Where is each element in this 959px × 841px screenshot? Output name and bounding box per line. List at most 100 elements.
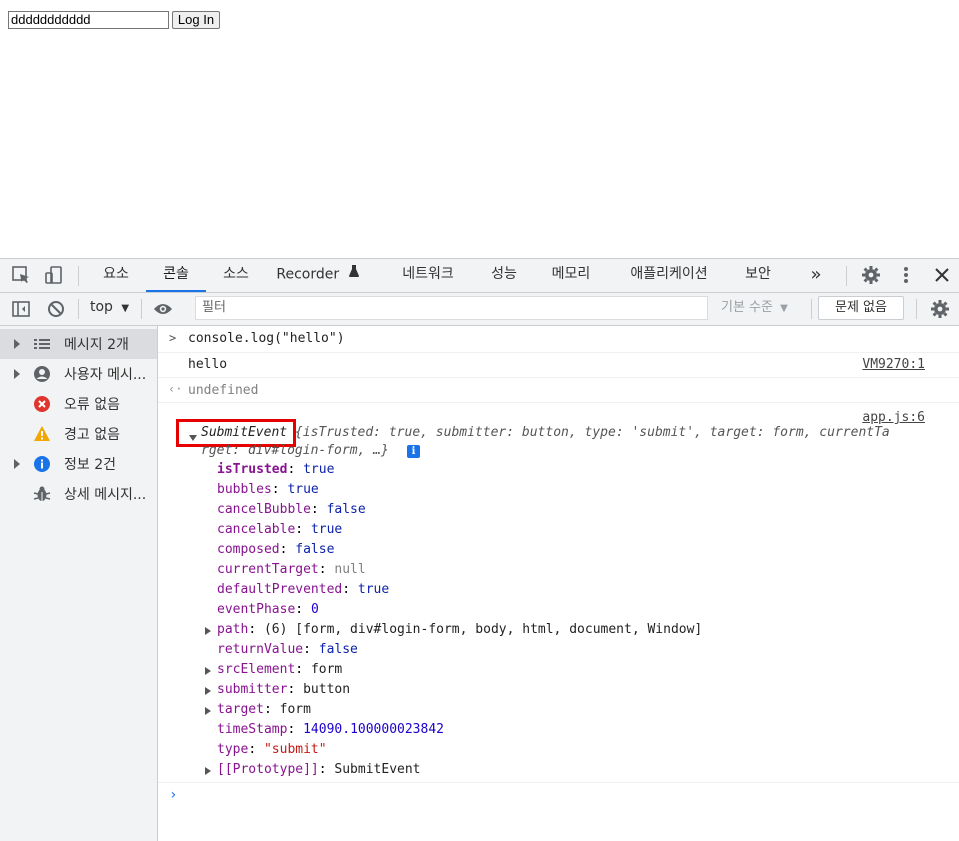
inspect-element-icon[interactable] xyxy=(10,264,32,286)
expand-arrow-icon[interactable] xyxy=(205,767,211,775)
context-selector[interactable]: top ▼ xyxy=(90,299,129,315)
tab-memory[interactable]: 메모리 xyxy=(540,259,602,292)
sidebar-item-label: 정보 2건 xyxy=(64,457,116,473)
property-separator: : xyxy=(342,582,358,597)
kebab-menu-icon[interactable] xyxy=(895,264,917,286)
source-link[interactable]: VM9270:1 xyxy=(862,357,925,372)
clear-console-icon[interactable] xyxy=(45,298,67,320)
sidebar-item-messages[interactable]: 메시지 2개 xyxy=(0,329,157,359)
device-toolbar-icon[interactable] xyxy=(43,264,65,286)
console-return-row: ‹· undefined xyxy=(158,378,959,403)
filter-input[interactable]: 필터 xyxy=(195,296,708,320)
tab-console[interactable]: 콘솔 xyxy=(146,259,206,292)
log-text: hello xyxy=(188,357,228,372)
more-tabs-button[interactable]: » xyxy=(800,259,832,292)
tab-elements[interactable]: 요소 xyxy=(92,259,140,292)
property-value: true xyxy=(310,522,343,537)
login-input[interactable]: ddddddddddd xyxy=(8,11,169,29)
property-row: isTrusted: true xyxy=(217,462,334,477)
divider xyxy=(78,299,79,319)
property-key: isTrusted xyxy=(217,462,288,477)
property-key: timeStamp xyxy=(217,722,288,737)
property-row[interactable]: submitter: button xyxy=(217,682,350,697)
expand-arrow-icon[interactable] xyxy=(205,687,211,695)
event-class-name: SubmitEvent xyxy=(201,425,288,440)
event-summary-line-2: rget: div#login-form, …} xyxy=(201,443,389,458)
property-row[interactable]: target: form xyxy=(217,702,311,717)
property-key: path xyxy=(217,622,249,637)
object-summary[interactable]: SubmitEvent {isTrusted: true, submitter:… xyxy=(201,425,890,440)
divider xyxy=(78,266,79,286)
sidebar-item-label: 오류 없음 xyxy=(64,397,120,413)
property-separator: : xyxy=(263,702,280,717)
info-badge-icon[interactable]: i xyxy=(407,445,420,458)
settings-gear-icon[interactable] xyxy=(860,264,882,286)
property-row: composed: false xyxy=(217,542,334,557)
tab-security[interactable]: 보안 xyxy=(734,259,782,292)
property-key: composed xyxy=(217,542,280,557)
issues-button[interactable]: 문제 없음 xyxy=(818,296,904,320)
collapse-arrow-icon[interactable] xyxy=(189,435,197,441)
sidebar-item-info[interactable]: 정보 2건 xyxy=(0,449,157,479)
close-icon[interactable] xyxy=(931,264,953,286)
sidebar-item-label: 경고 없음 xyxy=(64,427,120,443)
login-button[interactable]: Log In xyxy=(172,11,220,29)
console-prompt-input[interactable] xyxy=(188,784,928,804)
return-value: undefined xyxy=(188,383,259,398)
property-row: eventPhase: 0 xyxy=(217,602,319,617)
property-key: submitter xyxy=(217,682,288,697)
property-separator: : xyxy=(318,762,335,777)
log-level-select[interactable]: 기본 수준 ▼ xyxy=(721,296,788,320)
property-value: (6) [form, div#login-form, body, html, d… xyxy=(263,622,703,637)
bug-icon xyxy=(33,485,51,503)
console-object-row: app.js:6 SubmitEvent {isTrusted: true, s… xyxy=(158,403,959,783)
sidebar-item-user-messages[interactable]: 사용자 메시... xyxy=(0,359,157,389)
property-separator: : xyxy=(295,602,311,617)
event-summary-line-1: {isTrusted: true, submitter: button, typ… xyxy=(287,425,890,440)
console-settings-icon[interactable] xyxy=(929,298,951,320)
property-value: 0 xyxy=(310,602,319,617)
tab-recorder[interactable]: Recorder xyxy=(270,259,366,292)
devtools-panel: 요소 콘솔 소스 Recorder 네트워크 성능 메모리 애플리케이션 보안 … xyxy=(0,258,959,841)
tab-recorder-label: Recorder xyxy=(276,266,340,283)
property-value: 14090.100000023842 xyxy=(303,722,444,737)
property-row: type: "submit" xyxy=(217,742,327,757)
tab-application[interactable]: 애플리케이션 xyxy=(614,259,724,292)
tab-sources[interactable]: 소스 xyxy=(212,259,260,292)
list-icon xyxy=(33,335,51,353)
property-separator: : xyxy=(303,642,319,657)
property-row[interactable]: [[Prototype]]: SubmitEvent xyxy=(217,762,421,777)
sidebar-item-warnings[interactable]: 경고 없음 xyxy=(0,419,157,449)
sidebar-item-errors[interactable]: 오류 없음 xyxy=(0,389,157,419)
console-log-row: hello VM9270:1 xyxy=(158,353,959,378)
property-separator: : xyxy=(295,522,311,537)
sidebar-toggle-icon[interactable] xyxy=(10,298,32,320)
property-row[interactable]: srcElement: form xyxy=(217,662,342,677)
tab-performance[interactable]: 성능 xyxy=(480,259,528,292)
property-row: defaultPrevented: true xyxy=(217,582,389,597)
tab-network[interactable]: 네트워크 xyxy=(388,259,468,292)
source-link[interactable]: app.js:6 xyxy=(862,410,925,425)
eye-icon[interactable] xyxy=(152,298,174,320)
divider xyxy=(846,266,847,286)
property-separator: : xyxy=(287,722,304,737)
property-key: defaultPrevented xyxy=(217,582,343,597)
devtools-tabbar: 요소 콘솔 소스 Recorder 네트워크 성능 메모리 애플리케이션 보안 … xyxy=(0,259,959,293)
console-command-row: > console.log("hello") xyxy=(158,326,959,353)
property-value: false xyxy=(326,502,366,517)
return-arrow-icon: ‹· xyxy=(168,382,183,396)
property-key: eventPhase xyxy=(217,602,296,617)
property-row: returnValue: false xyxy=(217,642,358,657)
property-row[interactable]: path: (6) [form, div#login-form, body, h… xyxy=(217,622,702,637)
property-separator: : xyxy=(248,622,264,637)
sidebar-item-verbose[interactable]: 상세 메시지... xyxy=(0,479,157,509)
prompt-chevron-icon: > xyxy=(169,331,177,345)
property-key: [[Prototype]] xyxy=(217,762,319,777)
property-key: target xyxy=(217,702,264,717)
property-row: timeStamp: 14090.100000023842 xyxy=(217,722,444,737)
expand-arrow-icon[interactable] xyxy=(205,667,211,675)
property-value: true xyxy=(303,462,335,477)
expand-arrow-icon[interactable] xyxy=(205,627,211,635)
expand-arrow-icon[interactable] xyxy=(205,707,211,715)
sidebar-item-label: 사용자 메시... xyxy=(64,367,147,383)
